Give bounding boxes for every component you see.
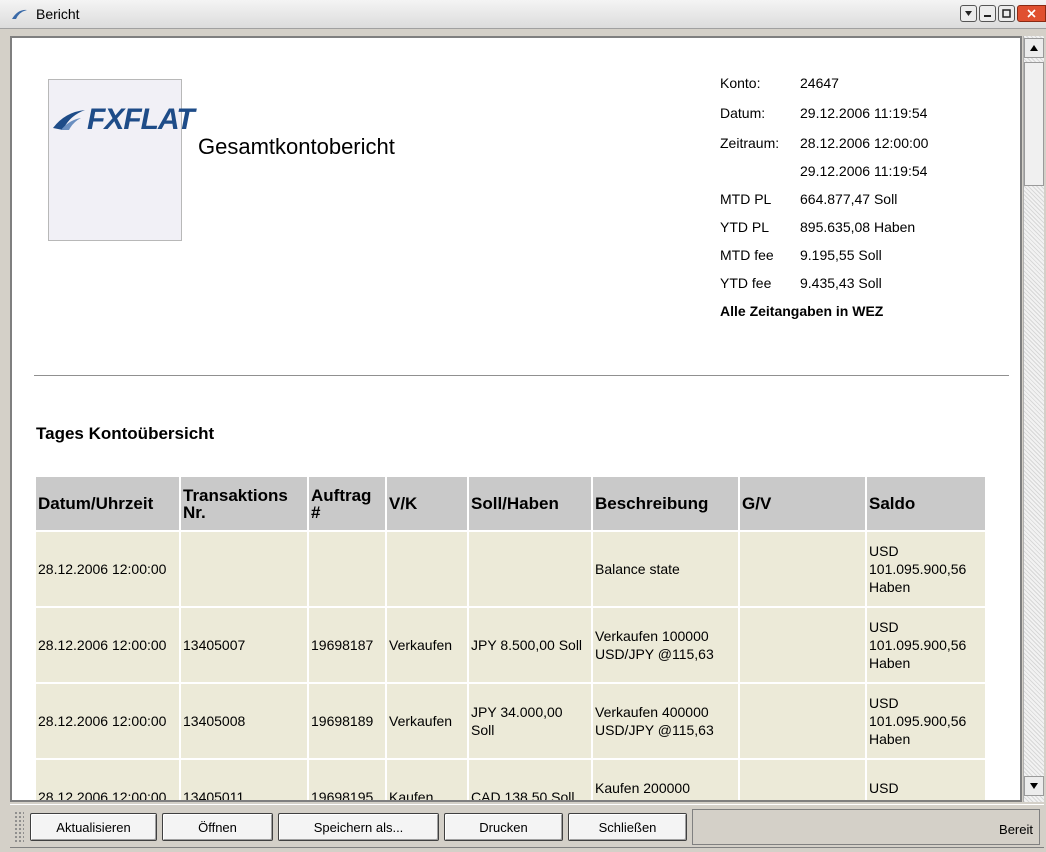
arrow-down-icon xyxy=(1030,783,1038,789)
column-header: Auftrag # xyxy=(309,477,385,530)
transactions-table: Datum/Uhrzeit Transaktions Nr. Auftrag #… xyxy=(34,475,987,800)
close-icon xyxy=(1027,9,1036,18)
report-window: Bericht FXFLAT Gesamtkontobericht Konto:… xyxy=(0,0,1046,852)
table-cell: 19698189 xyxy=(309,684,385,758)
scroll-up-button[interactable] xyxy=(1024,38,1044,58)
table-header-row: Datum/Uhrzeit Transaktions Nr. Auftrag #… xyxy=(36,477,985,530)
table-cell: 19698187 xyxy=(309,608,385,682)
refresh-button[interactable]: Aktualisieren xyxy=(30,813,157,841)
table-row: 28.12.2006 12:00:00 13405011 19698195 Ka… xyxy=(36,760,985,800)
meta-label: YTD fee xyxy=(720,275,772,291)
table-cell: 13405008 xyxy=(181,684,307,758)
time-zone-note: Alle Zeitangaben in WEZ xyxy=(720,303,884,319)
logo-text: FXFLAT xyxy=(87,103,195,136)
table-cell: Kaufen 200000 AUD/CAD xyxy=(593,760,738,800)
table-cell xyxy=(469,532,591,606)
table-cell: Verkaufen xyxy=(387,608,467,682)
table-cell: 19698195 xyxy=(309,760,385,800)
table-cell: 13405011 xyxy=(181,760,307,800)
table-cell: 13405007 xyxy=(181,608,307,682)
meta-label: Zeitraum: xyxy=(720,135,780,151)
column-header: V/K xyxy=(387,477,467,530)
section-title: Tages Kontoübersicht xyxy=(36,424,215,443)
meta-value: 9.435,43 Soll xyxy=(800,275,882,291)
table-cell: USD 101.095.900,56 xyxy=(867,760,985,800)
table-cell: 28.12.2006 12:00:00 xyxy=(36,608,179,682)
section-divider xyxy=(34,375,1009,376)
maximize-button[interactable] xyxy=(998,5,1015,22)
minimize-button[interactable] xyxy=(979,5,996,22)
column-header: Soll/Haben xyxy=(469,477,591,530)
table-cell: Verkaufen 100000 USD/JPY @115,63 xyxy=(593,608,738,682)
table-cell xyxy=(740,684,865,758)
close-button[interactable] xyxy=(1017,5,1046,22)
table-row: 28.12.2006 12:00:00 13405007 19698187 Ve… xyxy=(36,608,985,682)
table-cell: 28.12.2006 12:00:00 xyxy=(36,760,179,800)
minimize-icon xyxy=(984,15,991,17)
company-logo: FXFLAT xyxy=(48,79,195,241)
print-button[interactable]: Drucken xyxy=(444,813,563,841)
table-cell: JPY 8.500,00 Soll xyxy=(469,608,591,682)
app-icon xyxy=(12,9,27,19)
maximize-icon xyxy=(1002,9,1011,18)
meta-value: 24647 xyxy=(800,75,839,91)
table-cell: CAD 138,50 Soll xyxy=(469,760,591,800)
window-title: Bericht xyxy=(36,6,80,22)
minimize-all-button[interactable] xyxy=(960,5,977,22)
meta-value: 895.635,08 Haben xyxy=(800,219,916,235)
meta-value: 664.877,47 Soll xyxy=(800,191,898,207)
toolbar-grip[interactable] xyxy=(14,811,24,843)
table-cell: USD 101.095.900,56 Haben xyxy=(867,684,985,758)
table-cell: Verkaufen xyxy=(387,684,467,758)
meta-value: 28.12.2006 12:00:00 xyxy=(800,135,929,151)
meta-label: Konto: xyxy=(720,75,761,91)
save-as-button[interactable]: Speichern als... xyxy=(278,813,439,841)
open-button[interactable]: Öffnen xyxy=(162,813,273,841)
table-cell: 28.12.2006 12:00:00 xyxy=(36,532,179,606)
meta-label: MTD fee xyxy=(720,247,774,263)
vertical-scrollbar[interactable] xyxy=(1023,36,1044,802)
table-cell xyxy=(740,532,865,606)
meta-value: 9.195,55 Soll xyxy=(800,247,882,263)
column-header: Datum/Uhrzeit xyxy=(36,477,179,530)
table-cell xyxy=(181,532,307,606)
scroll-down-button[interactable] xyxy=(1024,776,1044,796)
table-cell: Verkaufen 400000 USD/JPY @115,63 xyxy=(593,684,738,758)
arrow-up-icon xyxy=(1030,45,1038,51)
table-cell xyxy=(309,532,385,606)
table-cell: USD 101.095.900,56 Haben xyxy=(867,608,985,682)
column-header: Beschreibung xyxy=(593,477,738,530)
report-content: FXFLAT Gesamtkontobericht Konto: 24647 D… xyxy=(10,36,1022,802)
column-header: Saldo xyxy=(867,477,985,530)
table-row: 28.12.2006 12:00:00 Balance state USD 10… xyxy=(36,532,985,606)
table-cell: Kaufen xyxy=(387,760,467,800)
close-report-button[interactable]: Schließen xyxy=(568,813,687,841)
bottom-toolbar: Aktualisieren Öffnen Speichern als... Dr… xyxy=(10,804,1044,848)
table-cell: JPY 34.000,00 Soll xyxy=(469,684,591,758)
collapse-icon xyxy=(965,11,972,16)
meta-label: MTD PL xyxy=(720,191,772,207)
table-cell: Balance state xyxy=(593,532,738,606)
table-cell: 28.12.2006 12:00:00 xyxy=(36,684,179,758)
table-cell xyxy=(740,760,865,800)
meta-value: 29.12.2006 11:19:54 xyxy=(800,163,928,179)
table-cell xyxy=(740,608,865,682)
column-header: G/V xyxy=(740,477,865,530)
table-cell: USD 101.095.900,56 Haben xyxy=(867,532,985,606)
title-bar: Bericht xyxy=(0,0,1046,29)
meta-label: Datum: xyxy=(720,105,766,121)
column-header: Transaktions Nr. xyxy=(181,477,307,530)
logo-swoosh-icon xyxy=(53,110,85,130)
scroll-thumb[interactable] xyxy=(1024,62,1044,186)
report-title: Gesamtkontobericht xyxy=(198,134,395,159)
table-cell xyxy=(387,532,467,606)
status-text: Bereit xyxy=(692,809,1040,845)
meta-value: 29.12.2006 11:19:54 xyxy=(800,105,928,121)
table-row: 28.12.2006 12:00:00 13405008 19698189 Ve… xyxy=(36,684,985,758)
meta-label: YTD PL xyxy=(720,219,770,235)
